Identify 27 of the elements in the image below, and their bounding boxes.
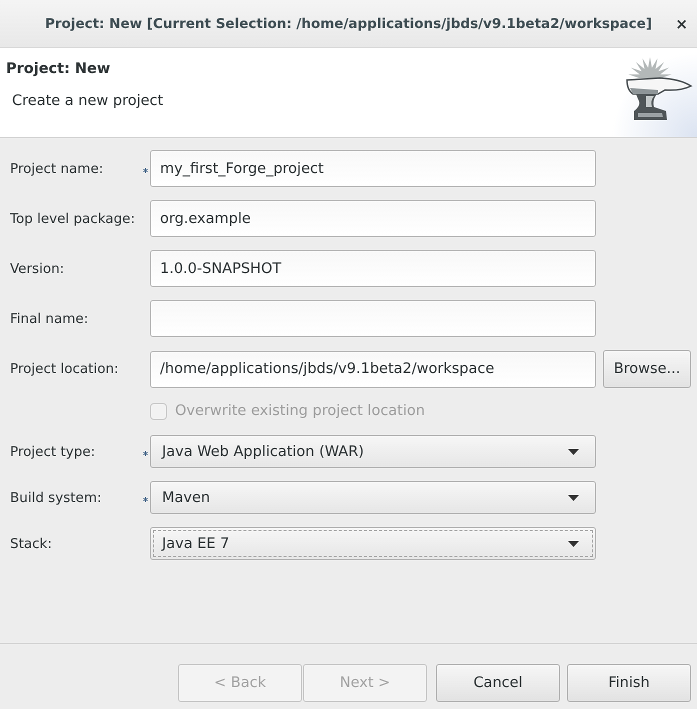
page-description: Create a new project [12,92,164,111]
dialog-button[interactable]: Cancel [436,664,560,702]
field-label: Top level package: [10,210,136,226]
field-label: Stack: [10,536,53,552]
dropdown[interactable]: Maven [150,481,596,514]
field-label: Final name: [10,310,90,326]
field-label: Build system: [10,490,103,506]
close-button[interactable]: × [671,14,692,34]
browse-button[interactable]: Browse... [603,350,691,388]
text-field[interactable]: 1.0.0-SNAPSHOT [150,250,596,287]
checkbox-label: Overwrite existing project location [175,403,425,419]
text-field[interactable] [150,300,596,337]
field-label: Project name: [10,160,104,176]
caret-icon [568,540,579,546]
field-label: Version: [10,260,66,276]
dialog-button[interactable]: Finish [567,664,691,702]
field-label: Project type: [10,444,96,460]
dropdown[interactable]: Java EE 7 [150,527,596,560]
text-field[interactable]: org.example [150,200,596,237]
field-label: Project location: [10,361,120,377]
dropdown[interactable]: Java Web Application (WAR) [150,435,596,468]
caret-icon [568,494,579,500]
text-field[interactable]: my_first_Forge_project [150,150,596,187]
caret-icon [568,448,579,454]
page-title: Project: New [6,60,110,79]
window-title: Project: New [Current Selection: /home/applications/jbds/v9.1beta2/workspace] [44,16,652,32]
text-field[interactable]: /home/applications/jbds/v9.1beta2/workspace [150,350,596,388]
